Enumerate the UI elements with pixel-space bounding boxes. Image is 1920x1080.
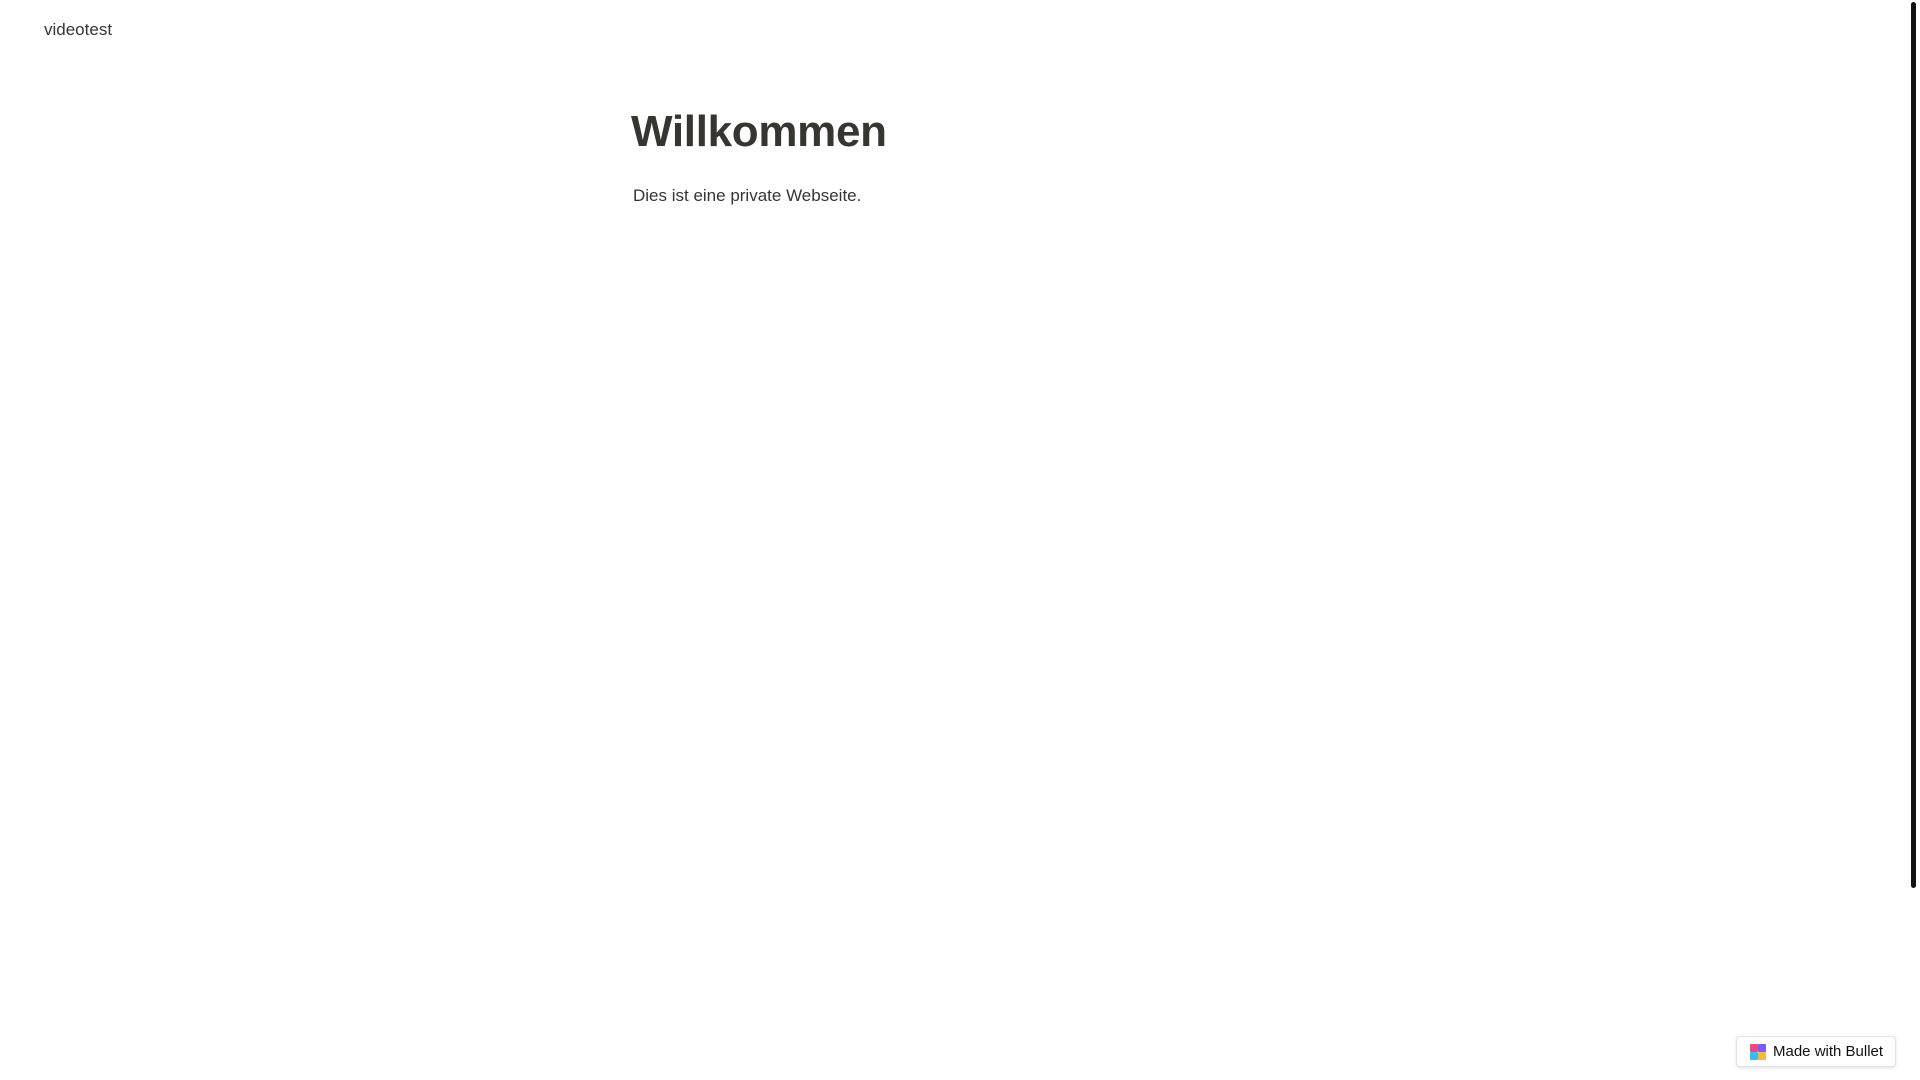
- site-title-link[interactable]: videotest: [44, 20, 112, 40]
- intro-paragraph: Dies ist eine private Webseite.: [633, 186, 862, 205]
- scrollbar-thumb[interactable]: [1911, 2, 1916, 888]
- page: videotest Willkommen Dies ist eine priva…: [0, 0, 1920, 1080]
- bullet-logo-icon: [1749, 1043, 1767, 1061]
- made-with-bullet-badge[interactable]: Made with Bullet: [1736, 1036, 1897, 1067]
- badge-label: Made with Bullet: [1773, 1043, 1884, 1060]
- page-heading: Willkommen: [631, 107, 887, 156]
- main-content: Willkommen Dies ist eine private Webseit…: [631, 104, 1391, 208]
- vertical-scrollbar[interactable]: [1906, 0, 1920, 1080]
